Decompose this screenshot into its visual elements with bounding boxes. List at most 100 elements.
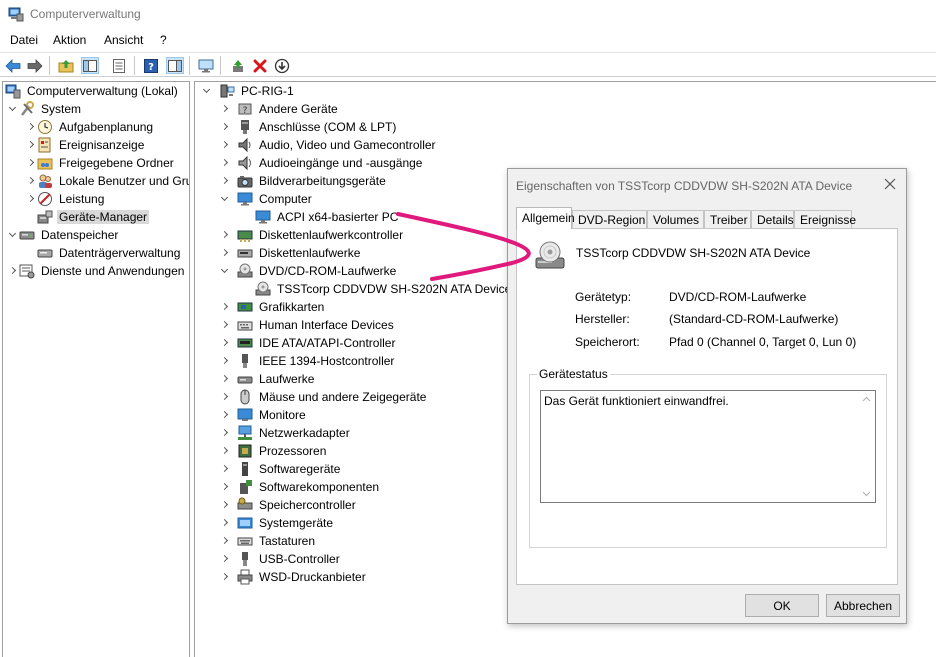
- chevron-right-icon[interactable]: [221, 496, 231, 514]
- show-tree-icon[interactable]: [81, 57, 99, 74]
- chevron-right-icon[interactable]: [221, 460, 231, 478]
- chevron-right-icon[interactable]: [221, 406, 231, 424]
- category-ide-ata[interactable]: IDE ATA/ATAPI-Controller: [221, 334, 397, 352]
- category-wsd-druckanbieter[interactable]: WSD-Druckanbieter: [221, 568, 368, 586]
- chevron-right-icon[interactable]: [221, 424, 231, 442]
- chevron-right-icon[interactable]: [9, 262, 19, 280]
- chevron-right-icon[interactable]: [27, 172, 37, 190]
- update-driver-icon[interactable]: [229, 57, 247, 74]
- device-tree-root[interactable]: PC-RIG-1: [203, 82, 296, 100]
- tab-ereignisse[interactable]: Ereignisse: [794, 210, 856, 229]
- tree-item-aufgabenplanung[interactable]: Aufgabenplanung: [27, 118, 155, 136]
- tree-item-freigegebene-ordner[interactable]: Freigegebene Ordner: [27, 154, 176, 172]
- action-pane-icon[interactable]: [166, 57, 184, 74]
- tree-item-ereignisanzeige[interactable]: Ereignisanzeige: [27, 136, 146, 154]
- menu-ansicht[interactable]: Ansicht: [104, 33, 143, 47]
- category-audio-video[interactable]: Audio, Video und Gamecontroller: [221, 136, 438, 154]
- category-hid[interactable]: Human Interface Devices: [221, 316, 396, 334]
- tree-item-dienste[interactable]: Dienste und Anwendungen: [9, 262, 186, 280]
- chevron-right-icon[interactable]: [221, 514, 231, 532]
- back-arrow-icon[interactable]: [4, 57, 22, 74]
- cancel-button[interactable]: Abbrechen: [826, 594, 900, 617]
- chevron-right-icon[interactable]: [27, 190, 37, 208]
- device-status-textbox[interactable]: Das Gerät funktioniert einwandfrei.: [540, 390, 876, 503]
- tab-allgemein[interactable]: Allgemein: [516, 207, 575, 229]
- category-grafikkarten[interactable]: Grafikkarten: [221, 298, 326, 316]
- menu-help[interactable]: ?: [160, 33, 167, 47]
- category-anschluesse[interactable]: Anschlüsse (COM & LPT): [221, 118, 398, 136]
- chevron-right-icon[interactable]: [221, 550, 231, 568]
- chevron-down-icon[interactable]: [221, 262, 231, 280]
- tab-volumes[interactable]: Volumes: [647, 210, 704, 229]
- chevron-right-icon[interactable]: [221, 100, 231, 118]
- category-audioeingaenge[interactable]: Audioeingänge und -ausgänge: [221, 154, 424, 172]
- tab-dvd-region[interactable]: DVD-Region: [572, 210, 647, 229]
- chevron-right-icon[interactable]: [221, 478, 231, 496]
- chevron-right-icon[interactable]: [221, 442, 231, 460]
- chevron-right-icon[interactable]: [221, 388, 231, 406]
- chevron-down-icon[interactable]: [203, 82, 213, 100]
- chevron-right-icon[interactable]: [221, 154, 231, 172]
- category-bildverarbeitung[interactable]: Bildverarbeitungsgeräte: [221, 172, 388, 190]
- category-systemgeraete[interactable]: Systemgeräte: [221, 514, 335, 532]
- disable-device-icon[interactable]: [273, 57, 291, 74]
- menu-aktion[interactable]: Aktion: [53, 33, 86, 47]
- tree-item-datenspeicher[interactable]: Datenspeicher: [9, 226, 120, 244]
- chevron-right-icon[interactable]: [27, 154, 37, 172]
- category-speichercontroller[interactable]: Speichercontroller: [221, 496, 358, 514]
- chevron-right-icon[interactable]: [221, 334, 231, 352]
- tree-item-datentraegerverwaltung[interactable]: Datenträgerverwaltung: [27, 244, 182, 262]
- category-maeuse[interactable]: Mäuse und andere Zeigegeräte: [221, 388, 428, 406]
- category-andere-geraete[interactable]: ? Andere Geräte: [221, 100, 340, 118]
- category-dvd-cd-rom[interactable]: DVD/CD-ROM-Laufwerke: [221, 262, 398, 280]
- close-icon[interactable]: [882, 176, 898, 192]
- status-scrollbar[interactable]: [858, 391, 875, 502]
- chevron-down-icon[interactable]: [862, 491, 871, 497]
- monitor-icon[interactable]: [197, 57, 215, 74]
- category-diskettenlaufwerke[interactable]: Diskettenlaufwerke: [221, 244, 362, 262]
- category-laufwerke[interactable]: Laufwerke: [221, 370, 316, 388]
- category-ieee1394[interactable]: IEEE 1394-Hostcontroller: [221, 352, 396, 370]
- tab-details[interactable]: Details: [751, 210, 794, 229]
- tree-root-computerverwaltung[interactable]: Computerverwaltung (Lokal): [5, 82, 180, 100]
- chevron-right-icon[interactable]: [221, 316, 231, 334]
- category-monitore[interactable]: Monitore: [221, 406, 308, 424]
- category-netzwerkadapter[interactable]: Netzwerkadapter: [221, 424, 352, 442]
- category-tastaturen[interactable]: Tastaturen: [221, 532, 317, 550]
- up-folder-icon[interactable]: [57, 57, 75, 74]
- chevron-right-icon[interactable]: [221, 118, 231, 136]
- tree-item-system[interactable]: System: [9, 100, 83, 118]
- chevron-right-icon[interactable]: [221, 370, 231, 388]
- device-tsstcorp-dvd[interactable]: TSSTcorp CDDVDW SH-S202N ATA Device: [239, 280, 513, 298]
- category-diskettenlaufwerkcontroller[interactable]: Diskettenlaufwerkcontroller: [221, 226, 405, 244]
- device-acpi-pc[interactable]: ACPI x64-basierter PC: [239, 208, 400, 226]
- menu-datei[interactable]: Datei: [10, 33, 38, 47]
- chevron-right-icon[interactable]: [27, 118, 37, 136]
- category-softwaregeraete[interactable]: Softwaregeräte: [221, 460, 342, 478]
- ok-button[interactable]: OK: [745, 594, 819, 617]
- chevron-down-icon[interactable]: [221, 190, 231, 208]
- chevron-right-icon[interactable]: [27, 136, 37, 154]
- tree-item-lokale-benutzer[interactable]: Lokale Benutzer und Gruppen: [27, 172, 189, 190]
- tree-item-leistung[interactable]: Leistung: [27, 190, 106, 208]
- chevron-down-icon[interactable]: [9, 100, 19, 118]
- chevron-right-icon[interactable]: [221, 532, 231, 550]
- category-usb-controller[interactable]: USB-Controller: [221, 550, 342, 568]
- chevron-right-icon[interactable]: [221, 568, 231, 586]
- chevron-up-icon[interactable]: [862, 396, 871, 402]
- forward-arrow-icon[interactable]: [26, 57, 44, 74]
- chevron-right-icon[interactable]: [221, 172, 231, 190]
- chevron-right-icon[interactable]: [221, 352, 231, 370]
- category-computer[interactable]: Computer: [221, 190, 314, 208]
- chevron-right-icon[interactable]: [221, 298, 231, 316]
- chevron-right-icon[interactable]: [221, 136, 231, 154]
- category-softwarekomponenten[interactable]: Softwarekomponenten: [221, 478, 381, 496]
- chevron-right-icon[interactable]: [221, 226, 231, 244]
- properties-icon[interactable]: [110, 57, 128, 74]
- category-prozessoren[interactable]: Prozessoren: [221, 442, 328, 460]
- chevron-right-icon[interactable]: [221, 244, 231, 262]
- chevron-down-icon[interactable]: [9, 226, 19, 244]
- tree-item-geraete-manager[interactable]: Geräte-Manager: [27, 208, 150, 226]
- help-icon[interactable]: ?: [142, 57, 160, 74]
- uninstall-icon[interactable]: [251, 57, 269, 74]
